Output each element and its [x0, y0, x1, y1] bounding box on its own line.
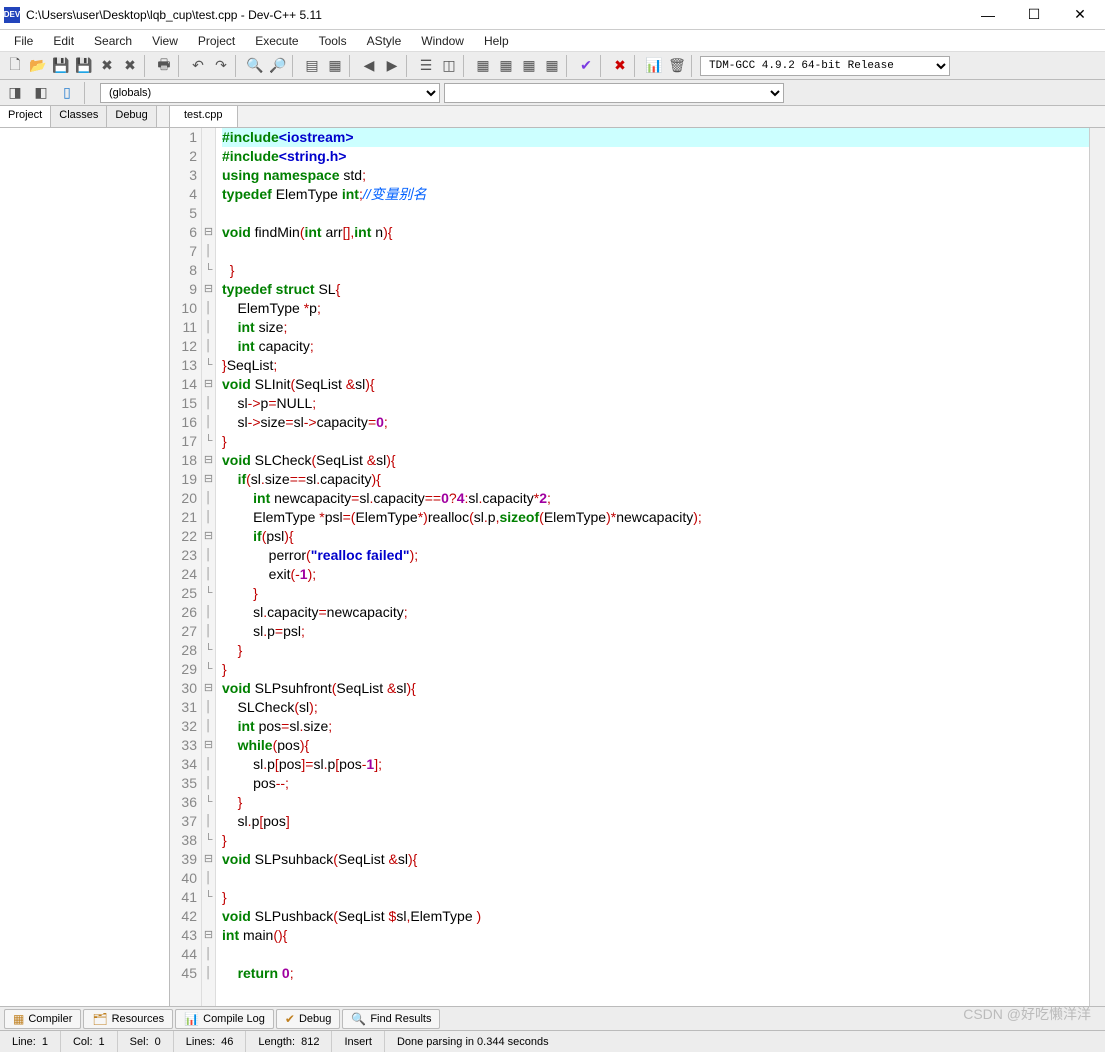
forward-icon[interactable]: ▶	[381, 55, 403, 77]
toolbar-separator	[84, 82, 90, 104]
menu-execute[interactable]: Execute	[245, 32, 308, 50]
stop-icon[interactable]: ✖	[609, 55, 631, 77]
menu-tools[interactable]: Tools	[309, 32, 357, 50]
open-file-icon[interactable]: 📂	[27, 55, 49, 77]
line-gutter: 1234567891011121314151617181920212223242…	[170, 128, 202, 1006]
editor-area: test.cpp 1234567891011121314151617181920…	[170, 106, 1105, 1006]
print-icon[interactable]: 🖶	[153, 55, 175, 77]
new-class-icon[interactable]: ◨	[4, 82, 26, 104]
tab-icon: 🔍	[351, 1012, 366, 1026]
tab-label: Compiler	[28, 1013, 72, 1025]
replace-icon[interactable]: 🔎	[267, 55, 289, 77]
window-maximize-button[interactable]: ☐	[1011, 0, 1057, 30]
back-icon[interactable]: ◀	[358, 55, 380, 77]
sidebar-tab-classes[interactable]: Classes	[51, 106, 107, 127]
debug-run-icon[interactable]: ▦	[495, 55, 517, 77]
menu-project[interactable]: Project	[188, 32, 245, 50]
status-line: Line:1	[0, 1031, 61, 1052]
bottom-tab-compiler[interactable]: ▦ Compiler	[4, 1009, 81, 1029]
scrollbar-vertical[interactable]	[1089, 128, 1105, 1006]
sidebar-tabs: ProjectClassesDebug	[0, 106, 169, 128]
menu-help[interactable]: Help	[474, 32, 519, 50]
close-all-icon[interactable]: ✖	[119, 55, 141, 77]
menu-search[interactable]: Search	[84, 32, 142, 50]
redo-icon[interactable]: ↷	[210, 55, 232, 77]
main-toolbar: 🗋 📂 💾 💾 ✖ ✖ 🖶 ↶ ↷ 🔍 🔎 ▤ ▦ ◀ ▶ ☰ ◫ ▦ ▦ ▦ …	[0, 52, 1105, 80]
tab-label: Debug	[299, 1013, 331, 1025]
bottom-tab-find-results[interactable]: 🔍 Find Results	[342, 1009, 440, 1029]
toolbar-separator	[600, 55, 606, 77]
run-icon[interactable]: ▦	[324, 55, 346, 77]
debug-compile-icon[interactable]: ▦	[472, 55, 494, 77]
globals-select[interactable]: (globals)	[100, 83, 440, 103]
goto-icon[interactable]: ☰	[415, 55, 437, 77]
bottom-panel-tabs: ▦ Compiler 🗂 Resources 📊 Compile Log ✔ Debug 🔍 Fi…	[0, 1006, 1105, 1030]
rebuild-all-icon[interactable]: ▦	[541, 55, 563, 77]
toolbar-separator	[292, 55, 298, 77]
new-file-icon[interactable]: 🗋	[4, 55, 26, 77]
insert-icon[interactable]: ▯	[56, 82, 78, 104]
status-length: Length:812	[246, 1031, 332, 1052]
menubar: FileEditSearchViewProjectExecuteToolsASt…	[0, 30, 1105, 52]
save-all-icon[interactable]: 💾	[73, 55, 95, 77]
window-close-button[interactable]: ✕	[1057, 0, 1103, 30]
tab-icon: 📊	[184, 1012, 199, 1026]
menu-window[interactable]: Window	[411, 32, 474, 50]
sidebar-tab-debug[interactable]: Debug	[107, 106, 156, 127]
bottom-tab-debug[interactable]: ✔ Debug	[276, 1009, 340, 1029]
tab-label: Resources	[112, 1013, 165, 1025]
status-lines: Lines:46	[174, 1031, 247, 1052]
toolbar-separator	[463, 55, 469, 77]
code-content[interactable]: #include<iostream>#include<string.h>usin…	[216, 128, 1089, 1006]
status-parse: Done parsing in 0.344 seconds	[385, 1031, 1105, 1052]
compile-icon[interactable]: ▤	[301, 55, 323, 77]
toolbar-separator	[178, 55, 184, 77]
bookmark-icon[interactable]: ◫	[438, 55, 460, 77]
sidebar: ProjectClassesDebug	[0, 106, 170, 1006]
trash-icon[interactable]: 🗑	[666, 55, 688, 77]
symbol-select[interactable]	[444, 83, 784, 103]
secondary-toolbar: ◨ ◧ ▯ (globals)	[0, 80, 1105, 106]
code-editor[interactable]: 1234567891011121314151617181920212223242…	[170, 128, 1105, 1006]
statusbar: Line:1 Col:1 Sel:0 Lines:46 Length:812 I…	[0, 1030, 1105, 1052]
tab-icon: ✔	[285, 1012, 295, 1026]
save-icon[interactable]: 💾	[50, 55, 72, 77]
toolbar-separator	[406, 55, 412, 77]
status-col: Col:1	[61, 1031, 118, 1052]
find-icon[interactable]: 🔍	[244, 55, 266, 77]
profile-icon[interactable]: 📊	[643, 55, 665, 77]
menu-view[interactable]: View	[142, 32, 188, 50]
toolbar-separator	[566, 55, 572, 77]
app-icon: DEV	[4, 7, 20, 23]
menu-astyle[interactable]: AStyle	[357, 32, 412, 50]
file-tabs: test.cpp	[170, 106, 1105, 128]
status-sel: Sel:0	[118, 1031, 174, 1052]
tab-label: Find Results	[370, 1013, 431, 1025]
add-file-icon[interactable]: ◧	[30, 82, 52, 104]
tab-label: Compile Log	[203, 1013, 265, 1025]
menu-edit[interactable]: Edit	[43, 32, 84, 50]
menu-file[interactable]: File	[4, 32, 43, 50]
toolbar-separator	[235, 55, 241, 77]
toolbar-separator	[634, 55, 640, 77]
toolbar-separator	[144, 55, 150, 77]
tab-icon: 🗂	[92, 1012, 107, 1026]
window-title: C:\Users\user\Desktop\lqb_cup\test.cpp -…	[26, 8, 965, 22]
bottom-tab-compile-log[interactable]: 📊 Compile Log	[175, 1009, 274, 1029]
window-minimize-button[interactable]: —	[965, 0, 1011, 30]
tab-icon: ▦	[13, 1012, 24, 1026]
file-tab-test[interactable]: test.cpp	[170, 106, 238, 127]
close-file-icon[interactable]: ✖	[96, 55, 118, 77]
sidebar-tab-project[interactable]: Project	[0, 106, 51, 127]
rebuild-icon[interactable]: ▦	[518, 55, 540, 77]
compiler-select[interactable]: TDM-GCC 4.9.2 64-bit Release	[700, 56, 950, 76]
fold-gutter[interactable]: ⊟│└⊟│││└⊟││└⊟⊟││⊟││└││└└⊟││⊟││└│└⊟│└ ⊟││	[202, 128, 216, 1006]
debug-icon[interactable]: ✔	[575, 55, 597, 77]
bottom-tab-resources[interactable]: 🗂 Resources	[83, 1009, 173, 1029]
status-mode: Insert	[332, 1031, 385, 1052]
toolbar-separator	[691, 55, 697, 77]
toolbar-separator	[349, 55, 355, 77]
undo-icon[interactable]: ↶	[187, 55, 209, 77]
titlebar: DEV C:\Users\user\Desktop\lqb_cup\test.c…	[0, 0, 1105, 30]
